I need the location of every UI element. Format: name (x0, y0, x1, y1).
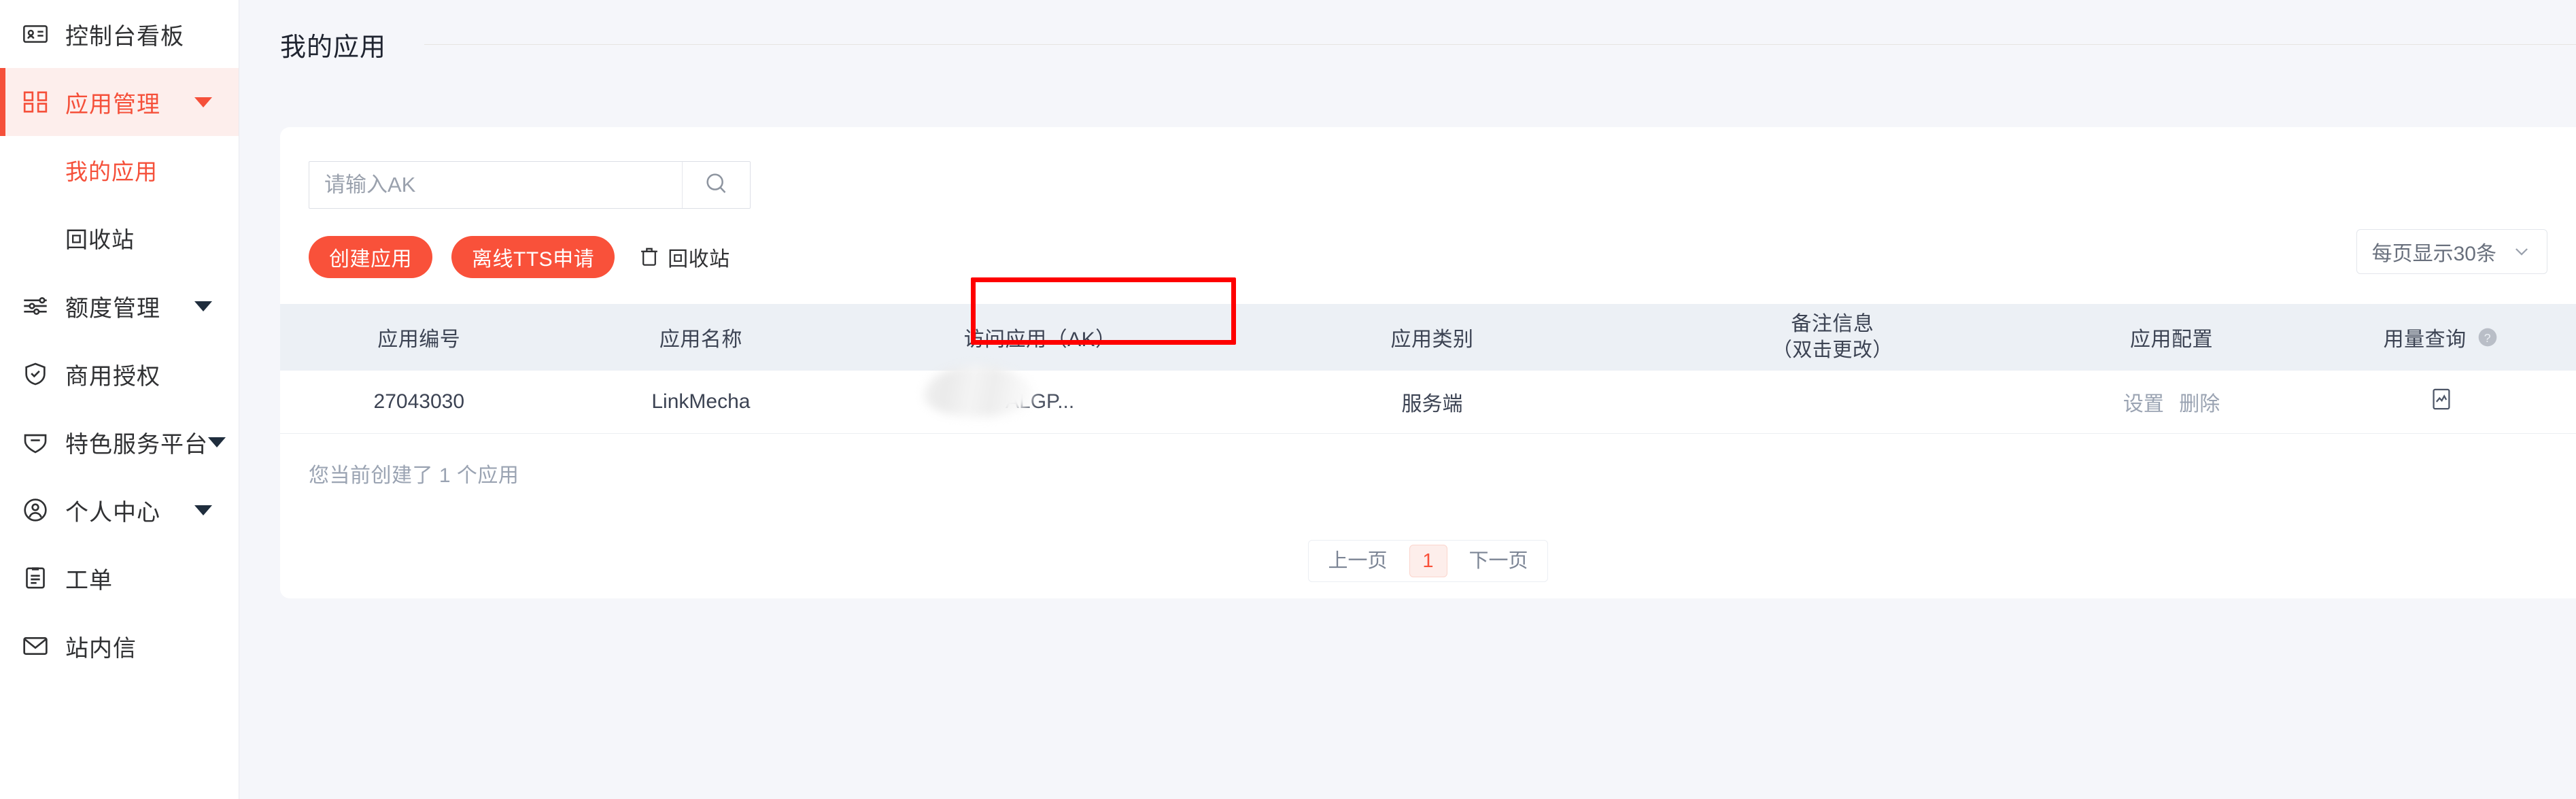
sidebar-item-work-order[interactable]: 工单 (0, 544, 239, 612)
envelope-icon (20, 631, 50, 661)
table-row[interactable]: 27043030 LinkMecha ALGP... 服务端 设置 删除 (280, 365, 2576, 434)
cell-usage-query (2306, 371, 2576, 434)
cell-remark[interactable] (1628, 371, 2037, 434)
table-header: 应用编号 应用名称 访问应用（AK） 应用类别 备注信息 （双击更改） 应用配置… (280, 304, 2576, 371)
column-label: 应用编号 (377, 328, 461, 351)
column-header-usage-query[interactable]: 用量查询 ? (2306, 304, 2576, 371)
column-label: 应用名称 (659, 328, 742, 351)
sidebar-item-label: 商用授权 (65, 363, 160, 390)
header-divider (424, 44, 2576, 45)
apps-grid-icon (20, 87, 50, 117)
sidebar-item-label: 个人中心 (65, 499, 160, 526)
sidebar-item-featured-service-platform[interactable]: 特色服务平台 (0, 408, 239, 476)
search-row (280, 127, 2576, 209)
user-circle-icon (20, 495, 50, 525)
sidebar-item-label: 额度管理 (65, 295, 160, 322)
column-header-app-id[interactable]: 应用编号 (280, 304, 558, 371)
chevron-down-icon[interactable] (208, 437, 226, 447)
next-page-button[interactable]: 下一页 (1454, 541, 1543, 581)
app-root: 控制台看板 应用管理 我的应用 回收站 额度管理 商用授权 特色服务平台 个人中… (0, 0, 2576, 799)
sidebar-item-quota-management[interactable]: 额度管理 (0, 272, 239, 340)
column-label: 备注信息 (1791, 313, 1874, 336)
apps-table: 应用编号 应用名称 访问应用（AK） 应用类别 备注信息 （双击更改） 应用配置… (280, 304, 2576, 434)
column-header-ak[interactable]: 访问应用（AK） (844, 304, 1237, 371)
recycle-bin-label: 回收站 (668, 248, 730, 271)
main-content: 我的应用 创建应用 离线TTS申请 (239, 0, 2576, 799)
cell-app-type: 服务端 (1236, 371, 1628, 434)
page-title: 我的应用 (280, 33, 387, 62)
pagination-group: 上一页 1 下一页 (1308, 539, 1548, 582)
clipboard-icon (20, 563, 50, 593)
chevron-down-icon (2511, 241, 2532, 262)
column-header-app-config[interactable]: 应用配置 (2036, 304, 2307, 371)
table-body: 27043030 LinkMecha ALGP... 服务端 设置 删除 (280, 365, 2576, 434)
apps-card: 创建应用 离线TTS申请 回收站 每页显示30条 (280, 127, 2576, 598)
toolbar: 创建应用 离线TTS申请 回收站 每页显示30条 (280, 209, 2576, 278)
ak-value: ALGP... (1006, 390, 1075, 413)
column-header-remark[interactable]: 备注信息 （双击更改） (1628, 304, 2037, 371)
column-label: 应用类别 (1390, 328, 1474, 351)
badge-icon (20, 427, 50, 457)
question-circle-icon[interactable]: ? (2476, 326, 2499, 349)
table-header-row: 应用编号 应用名称 访问应用（AK） 应用类别 备注信息 （双击更改） 应用配置… (280, 304, 2576, 371)
svg-text:?: ? (2484, 331, 2491, 345)
dashboard-card-icon (20, 19, 50, 49)
sidebar-subitem-recycle-bin[interactable]: 回收站 (0, 204, 239, 272)
sidebar-item-label: 应用管理 (65, 91, 160, 118)
chevron-down-icon[interactable] (190, 97, 217, 107)
cell-app-config: 设置 删除 (2036, 371, 2307, 434)
sidebar-item-label: 站内信 (65, 635, 137, 662)
sidebar-item-dashboard[interactable]: 控制台看板 (0, 0, 239, 68)
sidebar-subitem-label: 我的应用 (65, 159, 158, 184)
sidebar-item-commercial-license[interactable]: 商用授权 (0, 340, 239, 408)
sliders-icon (20, 291, 50, 321)
column-sublabel: （双击更改） (1772, 339, 1893, 361)
recycle-bin-button[interactable]: 回收站 (638, 242, 730, 272)
delete-link[interactable]: 删除 (2179, 393, 2220, 415)
create-app-button[interactable]: 创建应用 (309, 236, 432, 278)
app-count-note: 您当前创建了 1 个应用 (309, 464, 519, 487)
settings-link[interactable]: 设置 (2123, 393, 2164, 415)
column-label: 访问应用（AK） (963, 328, 1116, 351)
sidebar-item-app-management[interactable]: 应用管理 (0, 68, 239, 136)
chevron-down-icon[interactable] (190, 301, 217, 311)
sidebar-item-label: 特色服务平台 (65, 431, 208, 458)
column-header-app-type[interactable]: 应用类别 (1236, 304, 1628, 371)
cell-app-id: 27043030 (280, 371, 558, 434)
sidebar-item-inbox[interactable]: 站内信 (0, 612, 239, 680)
search-box (309, 161, 751, 209)
prev-page-button[interactable]: 上一页 (1313, 541, 1402, 581)
shield-check-icon (20, 359, 50, 389)
chevron-down-icon[interactable] (190, 505, 217, 515)
column-header-app-name[interactable]: 应用名称 (557, 304, 844, 371)
offline-tts-apply-button[interactable]: 离线TTS申请 (451, 236, 615, 278)
sidebar-item-label: 控制台看板 (65, 23, 184, 50)
page-number-1[interactable]: 1 (1409, 544, 1447, 577)
chart-line-icon[interactable] (2429, 387, 2454, 411)
column-label: 用量查询 (2383, 328, 2467, 351)
sidebar: 控制台看板 应用管理 我的应用 回收站 额度管理 商用授权 特色服务平台 个人中… (0, 0, 239, 799)
page-size-label: 每页显示30条 (2371, 243, 2496, 265)
sidebar-subitem-my-apps[interactable]: 我的应用 (0, 136, 239, 204)
search-icon (703, 170, 730, 201)
search-input[interactable] (309, 162, 682, 208)
sidebar-item-label: 工单 (65, 567, 113, 594)
sidebar-subitem-label: 回收站 (65, 227, 135, 252)
column-label: 应用配置 (2130, 328, 2214, 351)
search-button[interactable] (682, 162, 750, 208)
trash-icon (638, 245, 661, 269)
page-size-select[interactable]: 每页显示30条 (2356, 229, 2547, 274)
cell-ak[interactable]: ALGP... (844, 365, 1237, 434)
cell-app-name: LinkMecha (557, 371, 844, 434)
page-header: 我的应用 (239, 0, 2576, 88)
sidebar-item-personal-center[interactable]: 个人中心 (0, 476, 239, 544)
pagination: 上一页 1 下一页 (280, 539, 2576, 582)
